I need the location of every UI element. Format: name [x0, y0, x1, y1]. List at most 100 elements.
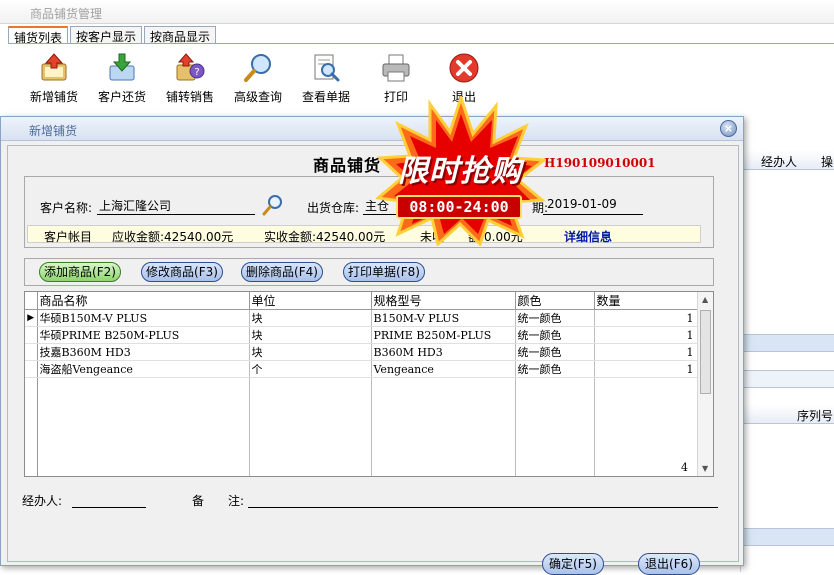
table-row[interactable]: 海盗船Vengeance 个 Vengeance 统一颜色 1 — [25, 360, 698, 378]
list-footer-band — [741, 334, 834, 352]
add-document-icon — [41, 53, 67, 81]
tab-list[interactable]: 铺货列表 — [8, 26, 69, 45]
column-header[interactable]: 单位 — [249, 292, 372, 310]
printer-icon — [382, 54, 410, 82]
tab-by-product[interactable]: 按商品显示 — [144, 26, 217, 44]
account-summary-bar: 客户帐目 应收金额:42540.00元 实收金额:42540.00元 未收 额:… — [27, 225, 701, 245]
scroll-thumb[interactable] — [700, 310, 711, 394]
cell-color[interactable]: 统一颜色 — [515, 309, 595, 327]
toolbar-label: 查看单据 — [301, 90, 350, 104]
handler-field[interactable] — [72, 507, 146, 508]
toolbar-label: 新增铺货 — [29, 90, 78, 104]
view-document-icon — [314, 54, 340, 82]
scroll-up-icon[interactable]: ▲ — [702, 295, 708, 304]
date-underline — [543, 214, 643, 215]
view-document-button[interactable]: 查看单据 — [294, 52, 358, 106]
grid-row-count: 4 — [681, 461, 688, 474]
cell-unit[interactable]: 块 — [249, 326, 372, 344]
cell-quantity[interactable]: 1 — [594, 326, 698, 344]
cell-spec[interactable]: B150M-V PLUS — [371, 309, 516, 327]
cell-spec[interactable]: Vengeance — [371, 360, 516, 378]
main-tabs: 铺货列表 按客户显示 按商品显示 — [8, 26, 218, 45]
empty-cell — [37, 377, 250, 476]
dialog-title: 新增铺货 — [29, 124, 78, 138]
cell-color[interactable]: 统一颜色 — [515, 343, 595, 361]
grid-vertical-scrollbar[interactable]: ▲ ▼ — [697, 292, 713, 476]
cell-product-name[interactable]: 技嘉B360M HD3 — [37, 343, 250, 361]
cell-spec[interactable]: PRIME B250M-PLUS — [371, 326, 516, 344]
cell-quantity[interactable]: 1 — [594, 309, 698, 327]
scroll-down-icon[interactable]: ▼ — [702, 464, 708, 473]
table-row[interactable]: 华硕PRIME B250M-PLUS 块 PRIME B250M-PLUS 统一… — [25, 326, 698, 344]
delete-item-button[interactable]: 删除商品(F4) — [241, 262, 323, 282]
dialog-title-bar: 新增铺货 × — [1, 117, 743, 141]
items-table: 商品名称 单位 规格型号 颜色 数量 ▶ 华硕B150M-V PLUS 块 B1… — [25, 292, 698, 476]
cell-spec[interactable]: B360M HD3 — [371, 343, 516, 361]
section-band — [741, 370, 834, 388]
promo-headline: 限时抢购 — [398, 154, 522, 189]
table-row[interactable]: ▶ 华硕B150M-V PLUS 块 B150M-V PLUS 统一颜色 1 — [25, 309, 698, 327]
empty-cell — [25, 377, 38, 476]
convert-to-sales-button[interactable]: ? 铺转销售 — [158, 52, 222, 106]
account-label: 客户帐目 — [44, 230, 93, 244]
empty-cell — [371, 377, 516, 476]
main-title-bar: 商品铺货管理 — [0, 0, 834, 24]
detail-footer-band — [741, 528, 834, 546]
column-operation[interactable]: 操 — [821, 153, 833, 170]
flash-sale-badge[interactable]: 限时抢购 08:00-24:00 — [376, 96, 546, 246]
column-header[interactable]: 数量 — [594, 292, 698, 310]
cell-quantity[interactable]: 1 — [594, 360, 698, 378]
cell-product-name[interactable]: 华硕B150M-V PLUS — [37, 309, 250, 327]
remark-label-1: 备 — [192, 494, 205, 508]
background-list-pane: 经办人 操 序列号 — [740, 118, 834, 572]
cell-color[interactable]: 统一颜色 — [515, 326, 595, 344]
cell-color[interactable]: 统一颜色 — [515, 360, 595, 378]
svg-text:?: ? — [194, 67, 199, 78]
cell-quantity[interactable]: 1 — [594, 343, 698, 361]
column-handler[interactable]: 经办人 — [761, 153, 797, 170]
print-document-button[interactable]: 打印单据(F8) — [343, 262, 425, 282]
toolbar-label: 铺转销售 — [165, 90, 214, 104]
cell-product-name[interactable]: 海盗船Vengeance — [37, 360, 250, 378]
column-serial-no[interactable]: 序列号 — [797, 407, 833, 424]
customer-return-button[interactable]: 客户还货 — [90, 52, 154, 106]
row-indicator-header — [25, 292, 38, 310]
items-grid: 商品名称 单位 规格型号 颜色 数量 ▶ 华硕B150M-V PLUS 块 B1… — [24, 291, 714, 477]
table-row[interactable]: 技嘉B360M HD3 块 B360M HD3 统一颜色 1 — [25, 343, 698, 361]
column-header[interactable]: 商品名称 — [37, 292, 250, 310]
item-action-panel: 添加商品(F2) 修改商品(F3) 删除商品(F4) 打印单据(F8) — [24, 258, 714, 286]
cell-unit[interactable]: 个 — [249, 360, 372, 378]
close-icon[interactable]: × — [720, 120, 737, 137]
order-number: H190109010001 — [544, 156, 656, 170]
table-header-row: 商品名称 单位 规格型号 颜色 数量 — [25, 292, 698, 310]
remark-field[interactable] — [248, 507, 718, 508]
column-header[interactable]: 颜色 — [515, 292, 595, 310]
column-header[interactable]: 规格型号 — [371, 292, 516, 310]
new-consignment-button[interactable]: 新增铺货 — [22, 52, 86, 106]
list-header: 经办人 操 — [741, 150, 834, 170]
customer-name-field[interactable]: 上海汇隆公司 — [99, 197, 171, 214]
customer-search-icon[interactable] — [261, 193, 285, 217]
row-indicator — [25, 326, 38, 344]
row-indicator — [25, 360, 38, 378]
new-consignment-dialog: 新增铺货 × 商品铺货 H190109010001 客户名称: 上海汇隆公司 出… — [0, 116, 744, 575]
detail-info-link[interactable]: 详细信息 — [564, 228, 612, 245]
dialog-body: 商品铺货 H190109010001 客户名称: 上海汇隆公司 出货仓库: 主仓… — [7, 145, 739, 575]
toolbar-label: 客户还货 — [97, 90, 146, 104]
edit-item-button[interactable]: 修改商品(F3) — [141, 262, 223, 282]
cell-unit[interactable]: 块 — [249, 343, 372, 361]
toolbar-label: 高级查询 — [233, 90, 282, 104]
handler-label: 经办人: — [22, 494, 63, 508]
add-item-button[interactable]: 添加商品(F2) — [39, 262, 121, 282]
customer-underline — [97, 214, 255, 215]
received-amount: 实收金额:42540.00元 — [264, 230, 386, 244]
advanced-search-button[interactable]: 高级查询 — [226, 52, 290, 106]
convert-sales-icon: ? — [176, 53, 205, 81]
main-window-title: 商品铺货管理 — [30, 7, 103, 21]
cell-unit[interactable]: 块 — [249, 309, 372, 327]
date-field[interactable]: 2019-01-09 — [547, 197, 617, 211]
tab-by-customer[interactable]: 按客户显示 — [70, 26, 143, 44]
promo-hours: 08:00-24:00 — [396, 195, 522, 219]
detail-list-header: 序列号 — [741, 404, 834, 424]
cell-product-name[interactable]: 华硕PRIME B250M-PLUS — [37, 326, 250, 344]
